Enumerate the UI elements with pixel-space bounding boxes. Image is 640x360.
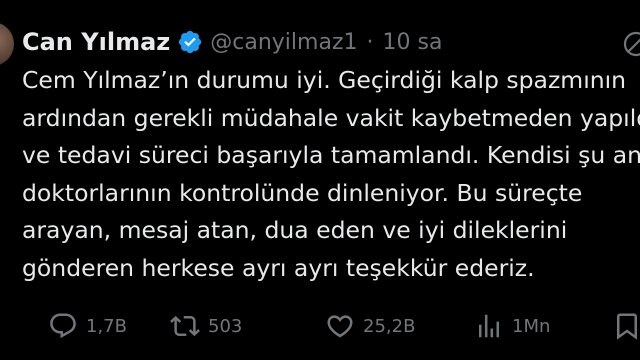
views-button[interactable]: 1Mn [474, 308, 550, 344]
tweet-text-line: doktorlarının kontrolünde dinleniyor. Bu… [22, 178, 583, 207]
timestamp[interactable]: 10 sa [383, 30, 443, 55]
retweet-count: 503 [208, 315, 243, 337]
tweet-text-line: arayan, mesaj atan, dua eden ve iyi dile… [22, 216, 568, 244]
bookmark-icon [617, 313, 637, 340]
avatar[interactable] [0, 22, 14, 66]
grok-icon[interactable] [622, 30, 640, 58]
like-count: 25,2B [363, 315, 416, 337]
views-count: 1Mn [512, 315, 551, 337]
tweet-text-line: ardından gerekli müdahale vakit kaybetme… [22, 103, 640, 132]
tweet-text-line: Cem Yılmaz’ın durumu iyi. Geçirdiği kalp… [22, 66, 627, 94]
author-handle[interactable]: @canyilmaz1 [210, 30, 357, 55]
tweet-actions-bar: 1,7B 503 25,2B 1Mn [0, 308, 640, 344]
separator-dot: · [366, 29, 374, 55]
reply-icon [50, 313, 76, 339]
tweet-header: Can Yılmaz @canyilmaz1 · 10 sa [22, 24, 442, 60]
tweet-text-line: ve tedavi süreci başarıyla tamamlandı. K… [22, 141, 640, 169]
reply-count: 1,7B [86, 315, 127, 337]
tweet-text: Cem Yılmaz’ın durumu iyi. Geçirdiği kalp… [22, 62, 640, 287]
like-button[interactable]: 25,2B [325, 308, 415, 344]
views-icon [479, 314, 499, 338]
reply-button[interactable]: 1,7B [48, 308, 127, 344]
tweet-text-line: gönderen herkese ayrı ayrı teşekkür eder… [22, 253, 535, 282]
heart-icon [327, 315, 353, 338]
verified-badge-icon[interactable] [177, 29, 203, 55]
bookmark-button[interactable] [612, 308, 640, 344]
author-display-name[interactable]: Can Yılmaz [22, 28, 170, 56]
retweet-icon [170, 315, 200, 337]
retweet-button[interactable]: 503 [170, 308, 242, 344]
